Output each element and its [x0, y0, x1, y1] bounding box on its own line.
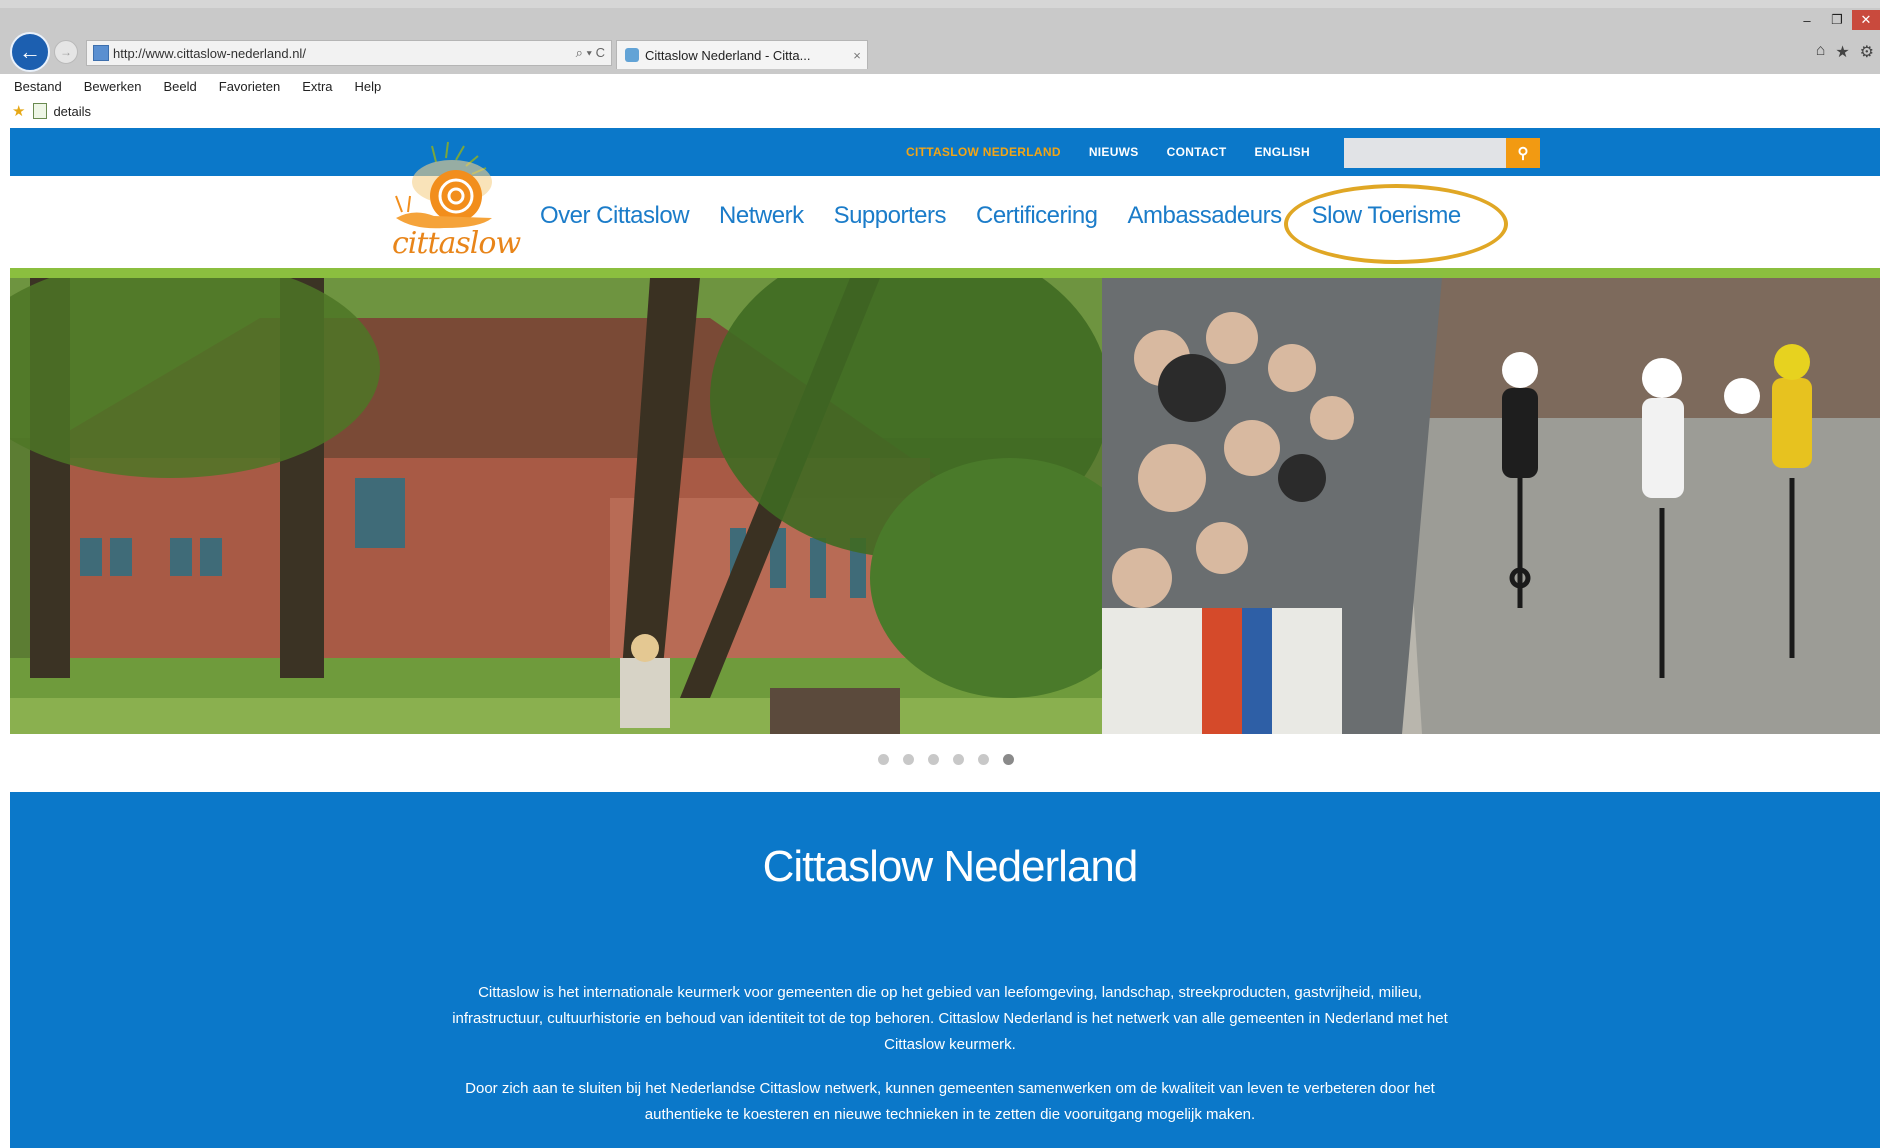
nav-item-supporters[interactable]: Supporters	[834, 202, 947, 230]
hero-carousel[interactable]	[10, 278, 1880, 734]
carousel-dot-4[interactable]	[953, 754, 964, 765]
nav-item-certificering[interactable]: Certificering	[976, 202, 1098, 230]
window-controls: – ❐ ✕	[1792, 10, 1880, 30]
hero-photo-cycling-race	[1102, 278, 1880, 734]
minimize-button[interactable]: –	[1792, 10, 1822, 30]
page-favicon-icon	[93, 45, 109, 61]
nav-item-over-cittaslow[interactable]: Over Cittaslow	[540, 202, 690, 230]
menu-item-beeld[interactable]: Beeld	[164, 79, 197, 94]
search-icon[interactable]: ⚲	[1506, 138, 1540, 168]
nav-item-ambassadeurs[interactable]: Ambassadeurs	[1128, 202, 1283, 230]
menu-item-help[interactable]: Help	[355, 79, 382, 94]
maximize-button[interactable]: ❐	[1822, 10, 1852, 30]
top-link-cittaslow-nederland[interactable]: CITTASLOW NEDERLAND	[906, 145, 1061, 159]
carousel-dot-6-active[interactable]	[1003, 754, 1014, 765]
tab-close-icon[interactable]: ×	[847, 48, 867, 63]
top-link-contact[interactable]: CONTACT	[1167, 145, 1227, 159]
favorites-star-icon[interactable]: ★	[1835, 42, 1849, 62]
carousel-dot-5[interactable]	[978, 754, 989, 765]
section-title: Cittaslow Nederland	[762, 842, 1139, 891]
favorites-item-details[interactable]: details	[53, 104, 91, 119]
menu-item-extra[interactable]: Extra	[302, 79, 332, 94]
address-tools[interactable]: ⌕ ▾ C	[545, 45, 611, 61]
menu-item-bestand[interactable]: Bestand	[14, 79, 62, 94]
top-links: CITTASLOW NEDERLAND NIEUWS CONTACT ENGLI…	[906, 128, 1338, 176]
favorites-star-icon[interactable]: ★	[12, 102, 25, 120]
tab-title: Cittaslow Nederland - Citta...	[645, 47, 811, 63]
menu-bar: Bestand Bewerken Beeld Favorieten Extra …	[0, 74, 1880, 98]
hero-photo-estate-house	[10, 278, 1102, 734]
site-search-input[interactable]	[1344, 138, 1506, 168]
top-link-english[interactable]: ENGLISH	[1255, 145, 1310, 159]
chrome-toolbar-icons: ⌂ ★ ⚙	[1816, 42, 1874, 62]
tab-favicon-icon	[625, 48, 639, 62]
top-link-nieuws[interactable]: NIEUWS	[1089, 145, 1139, 159]
address-bar[interactable]: http://www.cittaslow-nederland.nl/ ⌕ ▾ C	[86, 40, 612, 66]
logo-text: cittaslow	[392, 226, 521, 261]
close-window-button[interactable]: ✕	[1852, 10, 1880, 30]
page-icon	[33, 103, 48, 119]
menu-item-favorieten[interactable]: Favorieten	[219, 79, 280, 94]
forward-arrow-icon[interactable]: →	[54, 40, 78, 64]
home-icon[interactable]: ⌂	[1816, 42, 1826, 62]
highlight-annotation-ring	[1284, 184, 1508, 264]
intro-paragraph-1: Cittaslow is het internationale keurmerk…	[452, 984, 1448, 1053]
carousel-dot-1[interactable]	[878, 754, 889, 765]
browser-tab[interactable]: Cittaslow Nederland - Citta... ×	[616, 40, 868, 69]
settings-gear-icon[interactable]: ⚙	[1860, 42, 1874, 62]
menu-item-bewerken[interactable]: Bewerken	[84, 79, 142, 94]
carousel-dots	[878, 754, 1014, 765]
intro-paragraph-2: Door zich aan te sluiten bij het Nederla…	[465, 1080, 1435, 1123]
header-accent-line	[10, 268, 1880, 278]
favorites-bar: ★ details	[0, 98, 1880, 124]
nav-item-netwerk[interactable]: Netwerk	[719, 202, 804, 230]
intro-text: Cittaslow is het internationale keurmerk…	[440, 980, 1460, 1146]
url-text[interactable]: http://www.cittaslow-nederland.nl/	[113, 46, 545, 61]
carousel-dot-3[interactable]	[928, 754, 939, 765]
site-top-bar: CITTASLOW NEDERLAND NIEUWS CONTACT ENGLI…	[10, 128, 1880, 176]
back-arrow-icon[interactable]: ←	[10, 32, 50, 72]
carousel-dot-2[interactable]	[903, 754, 914, 765]
